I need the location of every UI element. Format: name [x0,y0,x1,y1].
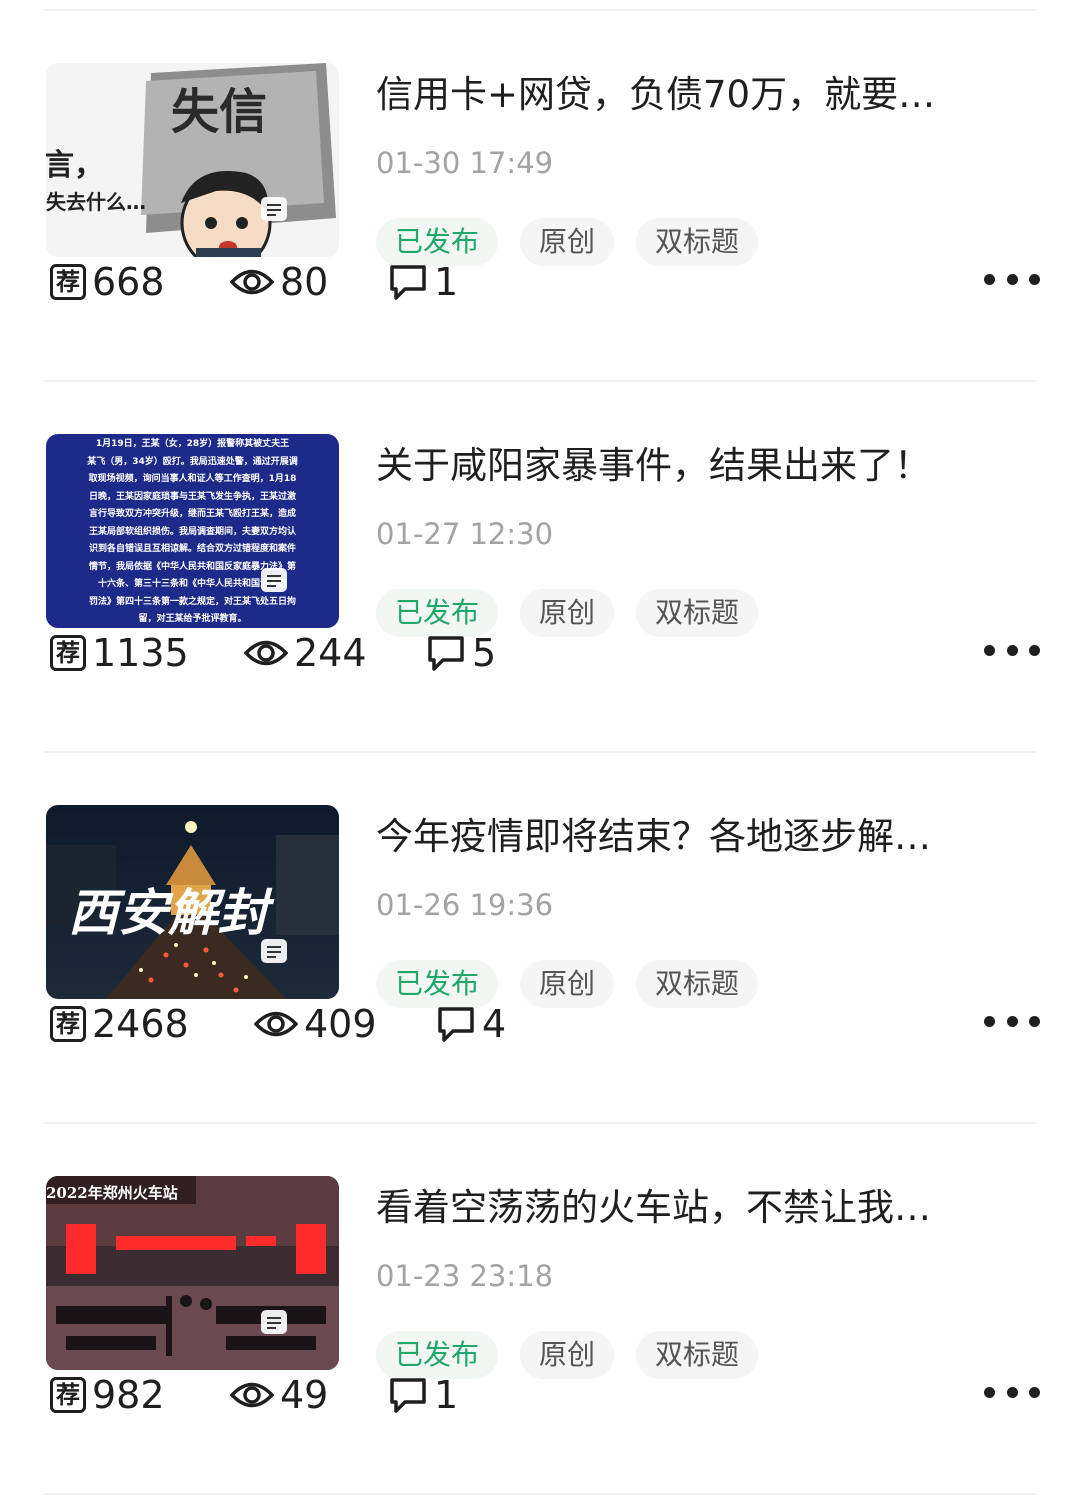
stats-bar: 荐 2468 409 4 [50,999,1040,1049]
comments-count: 1 [434,1373,459,1417]
city-caption: 西安解封 [68,883,275,942]
eye-icon [244,640,288,666]
comments-stat[interactable]: 1 [388,1370,458,1420]
more-dots-icon[interactable] [984,1382,1040,1402]
more-dots-icon[interactable] [984,1011,1040,1031]
city-night-image: 西安解封 [46,805,339,999]
notice-line: 十六条、第三十三条和《中华人民共和国治安管 [97,579,287,589]
station-caption: 2022年郑州火车站 [46,1184,178,1202]
cartoon-side-text-2: 失去什么… [46,190,146,214]
article-thumbnail[interactable]: 2022年郑州火车站 [46,1176,339,1370]
article-title[interactable]: 今年疫情即将结束？各地逐步解… [376,813,1006,861]
stats-bar: 荐 1135 244 5 [50,628,1040,678]
comments-count: 4 [482,1002,507,1046]
article-thumbnail[interactable]: 西安解封 [46,805,339,999]
notice-line: 某飞（男，34岁）殴打。我局迅速处警，通过开展调 [87,456,298,467]
comments-stat[interactable]: 1 [388,257,458,307]
article-time: 01-26 19:36 [376,888,554,922]
recommend-count: 668 [92,260,165,304]
recommend-count: 1135 [92,631,189,675]
notice-text: 1月19日，王某（女，28岁）报警称其被丈夫王 某飞（男，34岁）殴打。我局迅速… [46,436,339,628]
notice-line: 王某局部软组织损伤。我局调查期间，夫妻双方均认 [88,526,296,537]
comments-count: 1 [434,260,459,304]
more-dots-icon[interactable] [984,640,1040,660]
views-stat: 49 [230,1370,328,1420]
notice-line: 取现场视频，询问当事人和证人等工作查明，1月18 [88,474,297,484]
notice-line: 情节，我局依据《中华人民共和国反家庭暴力法》第 [88,561,296,572]
eye-icon [254,1011,298,1037]
recommend-stat: 荐 2468 [50,999,189,1049]
views-stat: 244 [244,628,367,678]
article-title[interactable]: 关于咸阳家暴事件，结果出来了！ [376,442,1006,490]
article-item[interactable]: 失信 言， 失去什么… 信用卡+网贷，负债70万，就要… 01-30 17:49… [0,11,1080,382]
recommend-stat: 荐 1135 [50,628,189,678]
notice-line: 罚法》第四十三条第一款之规定，对王某飞处五日拘 [88,596,296,607]
stats-bar: 荐 668 80 1 [50,257,1040,307]
recommend-icon: 荐 [50,264,86,300]
cartoon-big-text: 失信 [171,84,267,140]
recommend-icon: 荐 [50,1377,86,1413]
article-title[interactable]: 信用卡+网贷，负债70万，就要… [376,71,1006,119]
document-icon [261,939,287,963]
notice-line: 识到各自错误且互相谅解。结合双方过错程度和案件 [88,544,296,554]
article-time: 01-23 23:18 [376,1259,554,1293]
article-time: 01-27 12:30 [376,517,554,551]
article-item[interactable]: 2022年郑州火车站 看着空荡荡的火车站，不禁让我… 01-23 23:18 已… [0,1124,1080,1495]
article-item[interactable]: 1月19日，王某（女，28岁）报警称其被丈夫王 某飞（男，34岁）殴打。我局迅速… [0,382,1080,753]
comments-stat[interactable]: 5 [426,628,496,678]
recommend-count: 2468 [92,1002,189,1046]
cartoon-image: 失信 言， 失去什么… [46,63,339,257]
views-stat: 409 [254,999,377,1049]
train-station-image: 2022年郑州火车站 [46,1176,339,1370]
eye-icon [230,1382,274,1408]
comments-stat[interactable]: 4 [436,999,506,1049]
article-item[interactable]: 西安解封 今年疫情即将结束？各地逐步解… 01-26 19:36 已发布 原创 … [0,753,1080,1124]
views-count: 49 [280,1373,329,1417]
more-dots-icon[interactable] [984,269,1040,289]
recommend-stat: 荐 982 [50,1370,165,1420]
article-thumbnail[interactable]: 1月19日，王某（女，28岁）报警称其被丈夫王 某飞（男，34岁）殴打。我局迅速… [46,434,339,628]
comment-icon [428,636,464,671]
eye-icon [230,269,274,295]
recommend-count: 982 [92,1373,165,1417]
stats-bar: 荐 982 49 1 [50,1370,1040,1420]
comment-icon [438,1007,474,1042]
comment-icon [390,265,426,300]
recommend-stat: 荐 668 [50,257,165,307]
notice-line: 言行导致双方冲突升级，继而王某飞殴打王某，造成 [88,509,296,519]
views-count: 409 [304,1002,377,1046]
comment-icon [390,1378,426,1413]
notice-line: 1月19日，王某（女，28岁）报警称其被丈夫王 [95,439,290,449]
document-icon [261,568,287,592]
views-count: 244 [294,631,367,675]
cartoon-side-text-1: 言， [46,148,104,183]
item-divider [44,1493,1036,1495]
article-title[interactable]: 看着空荡荡的火车站，不禁让我… [376,1184,1006,1232]
comments-count: 5 [472,631,497,675]
document-icon [261,1310,287,1334]
recommend-icon: 荐 [50,635,86,671]
article-time: 01-30 17:49 [376,146,554,180]
notice-line: 留，对王某给予批评教育。 [138,614,247,624]
views-stat: 80 [230,257,328,307]
recommend-icon: 荐 [50,1006,86,1042]
notice-line: 日晚，王某因家庭琐事与王某飞发生争执，王某过激 [88,491,296,502]
article-thumbnail[interactable]: 失信 言， 失去什么… [46,63,339,257]
views-count: 80 [280,260,329,304]
document-icon [261,197,287,221]
